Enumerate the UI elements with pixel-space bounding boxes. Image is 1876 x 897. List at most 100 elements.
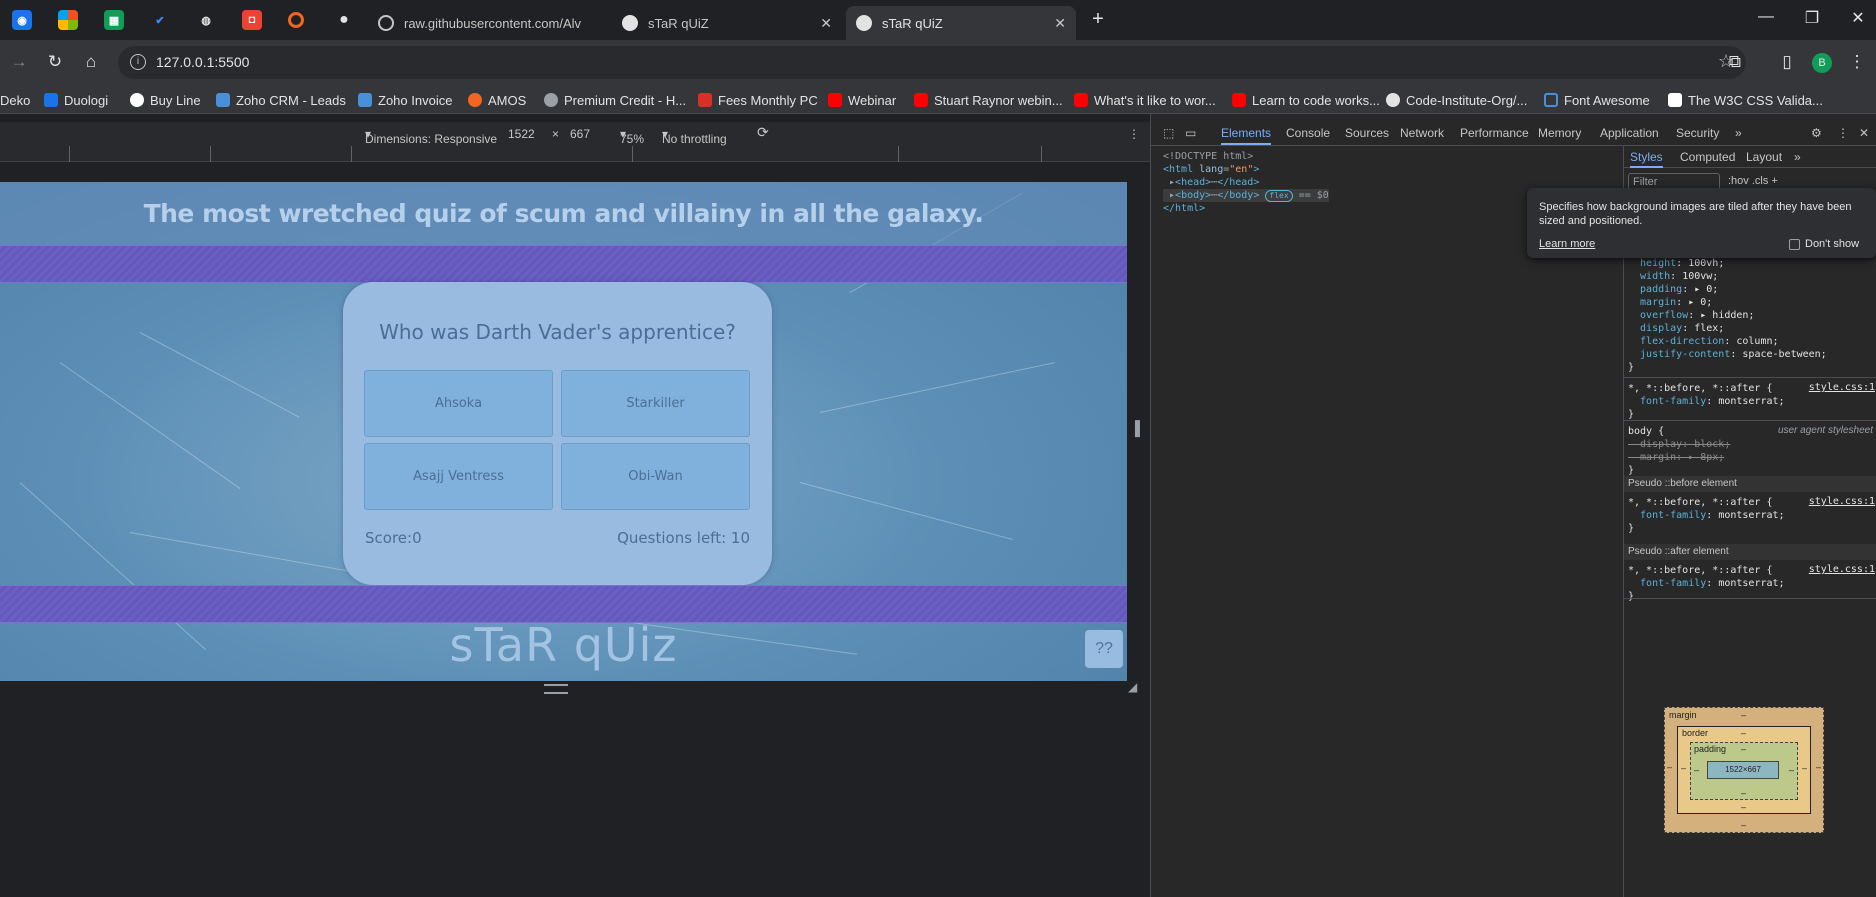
side-panel-icon[interactable]: ▯ bbox=[1776, 52, 1798, 72]
more-tabs-icon[interactable]: » bbox=[1735, 126, 1742, 140]
box-margin-bottom[interactable]: – bbox=[1741, 820, 1746, 830]
bookmark-item[interactable]: AMOS bbox=[468, 90, 526, 110]
tab-memory[interactable]: Memory bbox=[1538, 126, 1581, 140]
bookmark-item[interactable]: Zoho Invoice bbox=[358, 90, 452, 110]
learn-more-link[interactable]: Learn more bbox=[1539, 238, 1595, 250]
pinned-tab-github-icon[interactable]: ● bbox=[334, 10, 354, 30]
site-info-icon[interactable]: i bbox=[130, 54, 146, 70]
dom-line[interactable]: <html lang="en"> bbox=[1163, 163, 1329, 176]
resize-handle-right[interactable]: ▐ bbox=[1130, 420, 1142, 446]
bookmark-item[interactable]: Code-Institute-Org/... bbox=[1386, 90, 1527, 110]
close-devtools-icon[interactable]: ✕ bbox=[1859, 126, 1869, 140]
ruler-segment[interactable] bbox=[0, 146, 70, 162]
pinned-tab-microsoft-icon[interactable] bbox=[58, 10, 78, 30]
minimize-icon[interactable]: — bbox=[1754, 8, 1778, 26]
box-padding-left[interactable]: – bbox=[1694, 765, 1699, 775]
tab-computed[interactable]: Computed bbox=[1680, 150, 1735, 164]
tab-sources[interactable]: Sources bbox=[1345, 126, 1389, 140]
answer-button[interactable]: Starkiller bbox=[561, 370, 750, 437]
source-link[interactable]: style.css:1 bbox=[1809, 496, 1875, 507]
dimensions-select[interactable]: Dimensions: Responsive ▾ bbox=[365, 127, 497, 146]
ruler-segment[interactable] bbox=[352, 146, 633, 162]
source-link[interactable]: style.css:1 bbox=[1809, 382, 1875, 393]
bookmark-item[interactable]: Duologi bbox=[44, 90, 108, 110]
width-input[interactable]: 1522 bbox=[508, 127, 535, 141]
pinned-tab-app-icon[interactable]: ◘ bbox=[242, 10, 262, 30]
address-bar[interactable]: i 127.0.0.1:5500 ☆ bbox=[118, 46, 1746, 79]
height-input[interactable]: 667 bbox=[570, 127, 590, 141]
throttling-select[interactable]: No throttling ▾ bbox=[662, 127, 727, 146]
profile-avatar[interactable]: B bbox=[1812, 53, 1832, 73]
close-window-icon[interactable]: ✕ bbox=[1846, 8, 1870, 28]
ruler-segment[interactable] bbox=[633, 146, 899, 162]
box-border-right[interactable]: – bbox=[1802, 763, 1807, 773]
tab-console[interactable]: Console bbox=[1286, 126, 1330, 140]
dom-line[interactable]: ▸<head>⋯</head> bbox=[1163, 176, 1329, 189]
tab-star-quiz-1[interactable]: sTaR qUiZ ✕ bbox=[612, 6, 842, 40]
forward-icon[interactable]: → bbox=[8, 52, 30, 72]
ruler-segment[interactable] bbox=[899, 146, 1042, 162]
pinned-tab-icon[interactable]: ◉ bbox=[12, 10, 32, 30]
bookmark-item[interactable]: Webinar bbox=[828, 90, 896, 110]
box-padding-right[interactable]: – bbox=[1789, 765, 1794, 775]
tab-application[interactable]: Application bbox=[1600, 126, 1659, 140]
pinned-tab-ring-icon[interactable] bbox=[288, 12, 304, 28]
bookmark-item[interactable]: Font Awesome bbox=[1544, 90, 1650, 110]
zoom-select[interactable]: 75% ▾ bbox=[620, 127, 644, 146]
bookmark-item[interactable]: What's it like to wor... bbox=[1074, 90, 1216, 110]
hov-toggle[interactable]: :hov bbox=[1728, 175, 1749, 187]
bookmark-item[interactable]: Learn to code works... bbox=[1232, 90, 1380, 110]
tab-elements[interactable]: Elements bbox=[1221, 126, 1272, 145]
inspect-icon[interactable]: ⬚ bbox=[1163, 126, 1174, 140]
help-button[interactable]: ?? bbox=[1085, 630, 1123, 668]
pinned-tab-globe-icon[interactable]: ◍ bbox=[196, 10, 216, 30]
bookmark-item[interactable]: Stuart Raynor webin... bbox=[914, 90, 1063, 110]
devtools-menu-icon[interactable]: ⋮ bbox=[1837, 126, 1849, 140]
settings-gear-icon[interactable]: ⚙ bbox=[1811, 126, 1822, 140]
box-border-bottom[interactable]: – bbox=[1741, 802, 1746, 812]
restore-icon[interactable]: ❐ bbox=[1800, 8, 1824, 28]
pinned-tab-sheets-icon[interactable]: ▦ bbox=[104, 10, 124, 30]
close-tab-icon[interactable]: ✕ bbox=[820, 15, 832, 32]
box-margin-right[interactable]: – bbox=[1816, 762, 1821, 772]
dom-line[interactable]: <!DOCTYPE html> bbox=[1163, 150, 1329, 163]
answer-button[interactable]: Ahsoka bbox=[364, 370, 553, 437]
tab-star-quiz-active[interactable]: sTaR qUiZ ✕ bbox=[846, 6, 1076, 40]
cls-toggle[interactable]: .cls bbox=[1752, 175, 1769, 187]
bookmark-item[interactable]: Premium Credit - H... bbox=[544, 90, 686, 110]
box-content[interactable]: 1522×667 bbox=[1707, 761, 1779, 779]
close-tab-icon[interactable]: ✕ bbox=[1054, 15, 1066, 32]
bookmark-item[interactable]: The W3C CSS Valida... bbox=[1668, 90, 1823, 110]
dom-line[interactable]: </html> bbox=[1163, 202, 1329, 215]
box-border-left[interactable]: – bbox=[1681, 763, 1686, 773]
bookmark-item[interactable]: Zoho CRM - Leads bbox=[216, 90, 346, 110]
more-style-tabs-icon[interactable]: » bbox=[1794, 150, 1801, 164]
ruler-segment[interactable] bbox=[70, 146, 211, 162]
home-icon[interactable]: ⌂ bbox=[80, 52, 102, 72]
new-rule-icon[interactable]: + bbox=[1771, 175, 1777, 187]
device-toggle-icon[interactable]: ▭ bbox=[1185, 126, 1196, 140]
reload-icon[interactable]: ↻ bbox=[44, 52, 66, 72]
box-margin-top[interactable]: – bbox=[1741, 710, 1746, 720]
bookmark-item[interactable]: Deko bbox=[0, 90, 30, 110]
box-margin-left[interactable]: – bbox=[1667, 762, 1672, 772]
source-link[interactable]: style.css:1 bbox=[1809, 564, 1875, 575]
rotate-icon[interactable]: ⟳ bbox=[757, 124, 769, 141]
tab-network[interactable]: Network bbox=[1400, 126, 1444, 140]
resize-handle-bottom[interactable] bbox=[544, 684, 568, 694]
bookmark-item[interactable]: Buy Line bbox=[130, 90, 201, 110]
box-border-top[interactable]: – bbox=[1741, 728, 1746, 738]
extensions-icon[interactable]: ⧉ bbox=[1724, 52, 1746, 72]
new-tab-icon[interactable]: + bbox=[1086, 8, 1110, 31]
box-padding-bottom[interactable]: – bbox=[1741, 788, 1746, 798]
answer-button[interactable]: Asajj Ventress bbox=[364, 443, 553, 510]
dom-line-body[interactable]: ▸<body>⋯</body> flex == $0 bbox=[1163, 189, 1329, 202]
tab-raw-github[interactable]: raw.githubusercontent.com/Alv bbox=[368, 6, 608, 40]
menu-icon[interactable]: ⋮ bbox=[1846, 52, 1868, 72]
tab-layout[interactable]: Layout bbox=[1746, 150, 1782, 164]
more-options-icon[interactable]: ⋮ bbox=[1128, 127, 1140, 141]
tab-performance[interactable]: Performance bbox=[1460, 126, 1529, 140]
box-padding-top[interactable]: – bbox=[1741, 744, 1746, 754]
tab-security[interactable]: Security bbox=[1676, 126, 1719, 140]
resize-corner-icon[interactable]: ◢ bbox=[1128, 680, 1137, 694]
